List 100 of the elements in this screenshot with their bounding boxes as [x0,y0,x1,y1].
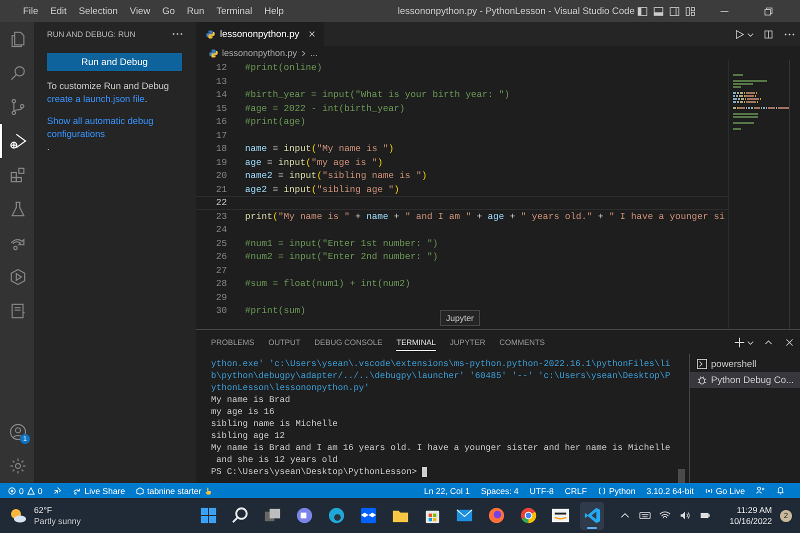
line-number: 25 [214,238,227,249]
battery-icon[interactable] [699,510,712,521]
search-icon [230,506,250,525]
status-bar-item[interactable]: Spaces: 4 [480,486,519,496]
code-line: age = input("my age is ") [245,156,383,168]
sidebar-toggle-icon[interactable] [637,6,648,16]
line-number: 29 [214,292,227,303]
settings-icon [8,456,28,476]
terminal-cursor [422,467,428,477]
code-line: #birth_year = input("What is your birth year: ") [245,89,510,100]
account-icon [8,422,28,442]
line-number: 21 [214,184,227,195]
search-icon [8,63,28,83]
menu-item[interactable]: Help [258,6,290,16]
line-number: 19 [214,156,227,168]
line-number: 30 [214,305,227,316]
status-bar-item[interactable]: Go Live [704,486,745,496]
wifi-icon[interactable] [659,510,672,521]
menu-item[interactable]: Go [156,6,181,16]
chat-icon [294,506,314,525]
speaker-icon[interactable] [679,510,692,521]
menu-item[interactable]: Terminal [210,6,258,16]
breadcrumb-item[interactable]: lessononpython.py [222,48,298,58]
debug-configurations-text: Show all automatic debug configurations . [47,115,183,154]
caret-icon[interactable] [747,338,754,346]
debug-configurations-link[interactable]: Show all automatic debug configurations [47,115,183,141]
terminal-line: sibling name is Michelle [211,419,338,429]
line-number: 20 [214,170,227,182]
windows-logo-icon [198,506,218,525]
status-bar-item[interactable]: Live Share [73,486,126,496]
warning-icon [26,486,35,494]
caret-icon[interactable] [747,30,754,38]
launch-json-link[interactable]: create a launch.json file [47,94,145,104]
customize-text: To customize Run and Debug create a launch.json file. [47,80,170,106]
keyboard-icon[interactable] [639,510,652,521]
status-bar-item[interactable]: Python [598,486,636,496]
breadcrumb-item[interactable]: ... [310,48,318,58]
weather-condition: Partly sunny [34,516,81,526]
remote-icon[interactable] [53,486,62,495]
python-file-icon [209,48,218,58]
line-number: 27 [214,264,227,276]
status-bar-item[interactable]: CRLF [564,486,587,496]
code-line: name = input("My name is ") [245,143,394,154]
terminal-line: and she is 12 years old [215,455,338,465]
box-icon [358,506,378,525]
bell-icon[interactable] [776,486,785,495]
browser-icon [518,506,538,525]
problems-status[interactable]: 0 0 [8,486,42,496]
close-icon[interactable] [308,30,316,38]
layout-grid-icon[interactable] [685,6,696,16]
add-terminal-icon[interactable] [734,336,745,348]
editor-tab[interactable]: lessononpython.py [196,22,324,46]
menu-item[interactable]: File [17,6,44,16]
menu-item[interactable]: Run [180,6,210,16]
line-number: 15 [214,102,227,114]
terminal-list-item[interactable]: powershell [690,356,800,372]
line-number: 26 [214,251,227,262]
code-line: age2 = input("sibling age ") [245,184,400,195]
menu-item[interactable]: Edit [44,6,73,16]
run-and-debug-button[interactable]: Run and Debug [47,53,182,71]
tooltip: Jupyter [440,310,480,326]
run-icon[interactable] [734,28,745,40]
browser-icon [326,506,346,525]
error-icon [8,486,16,494]
status-bar-item[interactable]: tabnine starter [136,486,212,496]
status-bar-item[interactable]: UTF-8 [530,486,554,496]
close-icon[interactable] [784,336,795,348]
python-file-icon [206,30,215,38]
terminal-line: sibling age 12 [211,431,285,441]
terminal-line: My name is Brad [211,395,290,405]
broadcast-icon [704,486,713,494]
terminal-icon [697,359,707,369]
panel-toggle-icon[interactable] [653,6,664,16]
menu-item[interactable]: View [124,6,156,16]
status-bar-item[interactable]: 3.10.2 64-bit [646,486,694,496]
clock[interactable]: 11:29 AM 10/16/2022 [729,504,772,526]
taskbar-app-icon[interactable] [580,502,604,530]
terminal-line: My name is Brad and I am 16 years old. I have a younger sister and her name is Michelle [211,443,670,453]
feedback-icon[interactable] [756,486,765,495]
restore-icon[interactable] [762,6,774,16]
code-line: #print(age) [245,116,306,128]
split-layout-icon[interactable] [669,6,680,16]
temperature: 62°F [34,504,54,516]
code-line: print("My name is " + name + " and I am " + age + " years old." + " I have a younger si [245,210,725,222]
terminal-line: ythonLesson\lessononpython.py' [211,383,370,393]
share-arrow-icon [73,486,82,494]
line-number: 24 [214,224,227,236]
code-line: name2 = input("sibling name is ") [245,170,427,182]
terminal-list-item[interactable]: Python Debug Co... [690,372,800,388]
line-number: 16 [214,116,227,128]
scrollbar-thumb[interactable] [678,469,685,483]
sidebar-title: RUN AND DEBUG: RUN [47,30,136,38]
split-editor-icon[interactable] [763,28,774,40]
code-line: #print(online) [245,62,322,74]
code-line: #age = 2022 - int(birth_year) [245,102,405,114]
status-bar-item[interactable]: Ln 22, Col 1 [424,486,470,496]
date: 10/16/2022 [729,516,772,526]
menu-item[interactable]: Selection [72,6,124,16]
window-title: lessononpython.py - PythonLesson - Visual Studio Code [398,6,635,16]
more-actions-icon[interactable] [172,32,183,36]
